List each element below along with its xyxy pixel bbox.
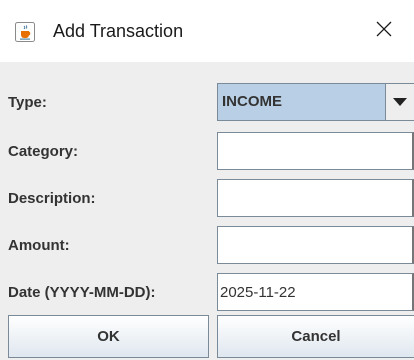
close-icon (376, 21, 392, 42)
amount-label: Amount: (8, 237, 70, 254)
amount-input[interactable] (217, 226, 414, 264)
title-bar: Add Transaction (0, 0, 414, 62)
type-dropdown-button[interactable] (385, 84, 414, 120)
category-label: Category: (8, 143, 79, 160)
date-input[interactable] (217, 273, 414, 311)
form-panel: Type: INCOME Category: Description: Amou… (0, 62, 414, 360)
chevron-down-icon (393, 93, 407, 111)
java-cup-icon (15, 22, 35, 42)
type-combobox[interactable]: INCOME (217, 83, 414, 121)
type-label: Type: (8, 94, 47, 111)
category-input[interactable] (217, 132, 414, 170)
date-label: Date (YYYY-MM-DD): (8, 284, 156, 301)
cancel-button[interactable]: Cancel (217, 315, 414, 358)
ok-button[interactable]: OK (8, 315, 209, 358)
dialog-title: Add Transaction (53, 21, 184, 41)
type-selected-value: INCOME (222, 93, 282, 110)
description-label: Description: (8, 190, 96, 207)
description-input[interactable] (217, 179, 414, 217)
add-transaction-dialog: Add Transaction Type: INCOME Category: D… (0, 0, 414, 360)
close-button[interactable] (354, 0, 414, 62)
